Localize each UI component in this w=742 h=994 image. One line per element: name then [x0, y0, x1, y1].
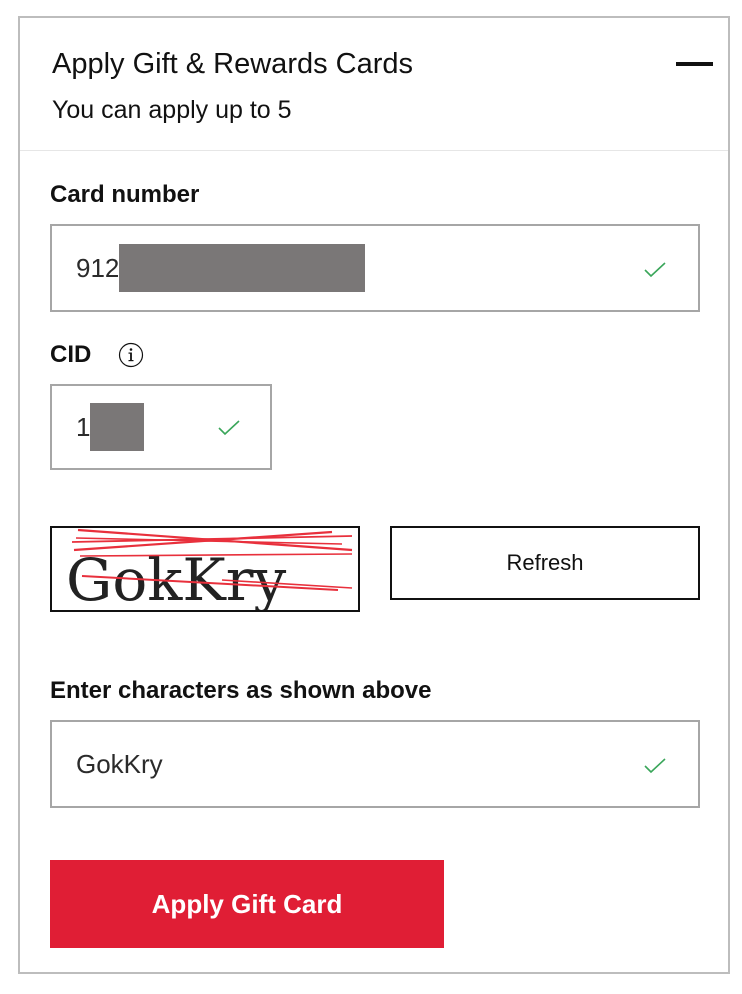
cid-value: 1	[76, 411, 91, 442]
cid-input[interactable]: 1	[50, 384, 272, 470]
info-icon[interactable]	[118, 342, 144, 368]
collapse-button[interactable]	[668, 48, 720, 80]
cid-value-wrap: 1	[76, 386, 145, 468]
captcha-entry-input[interactable]: GokKry	[50, 720, 700, 808]
cid-mask	[90, 403, 145, 451]
minus-icon	[676, 62, 713, 66]
card-number-value-wrap: 912	[76, 226, 366, 310]
captcha-graphic: GokKry	[66, 528, 353, 610]
apply-gift-card-button[interactable]: Apply Gift Card	[50, 860, 444, 948]
check-icon	[644, 262, 666, 278]
card-number-mask	[119, 244, 366, 292]
gift-card-panel: Apply Gift & Rewards Cards You can apply…	[18, 16, 730, 974]
panel-title: Apply Gift & Rewards Cards	[52, 48, 414, 80]
refresh-captcha-button[interactable]: Refresh	[390, 526, 700, 600]
captcha-entry-value: GokKry	[76, 748, 163, 779]
panel-subtitle: You can apply up to 5	[52, 96, 292, 124]
check-icon	[218, 420, 240, 436]
panel-header: Apply Gift & Rewards Cards You can apply…	[20, 18, 728, 151]
check-icon	[644, 758, 666, 774]
card-number-label: Card number	[50, 181, 200, 208]
captcha-entry-label: Enter characters as shown above	[50, 677, 432, 704]
card-number-value: 912	[76, 252, 120, 283]
captcha-image: GokKry	[50, 526, 360, 612]
card-number-input[interactable]: 912	[50, 224, 700, 312]
cid-label: CID	[50, 341, 92, 368]
